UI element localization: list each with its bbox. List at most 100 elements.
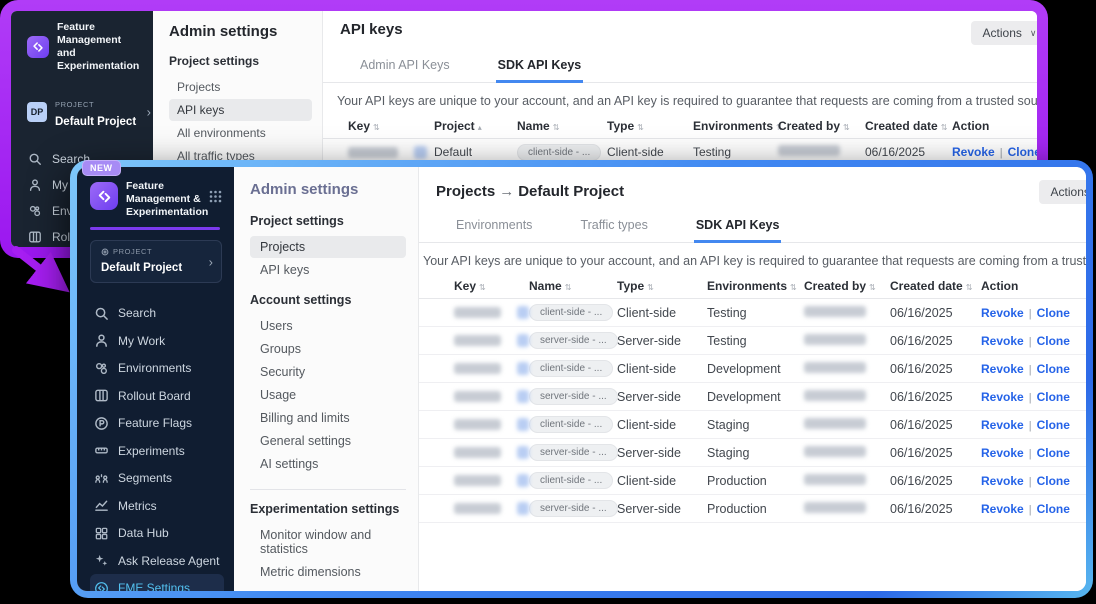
admin-item-monitor-window[interactable]: Monitor window and statistics	[250, 524, 406, 560]
revoke-link[interactable]: Revoke	[981, 306, 1024, 320]
copy-icon[interactable]	[517, 334, 529, 347]
redacted-created-by	[804, 502, 866, 513]
redacted-key	[454, 419, 501, 430]
col-name[interactable]: Name⇅	[529, 279, 617, 293]
key-name-pill: client-side - ...	[529, 416, 613, 433]
admin-item-usage[interactable]: Usage	[250, 384, 406, 406]
cell-created-date: 06/16/2025	[890, 390, 981, 404]
admin-item-metric-dimensions[interactable]: Metric dimensions	[250, 561, 406, 583]
data-hub-icon	[93, 525, 109, 541]
revoke-link[interactable]: Revoke	[981, 334, 1024, 348]
app-title: Feature Management and Experimentation	[57, 21, 153, 74]
sidebar-item-data-hub[interactable]: Data Hub	[90, 519, 234, 547]
col-name[interactable]: Name⇅	[517, 119, 607, 133]
revoke-link[interactable]: Revoke	[981, 418, 1024, 432]
sidebar-item-metrics[interactable]: Metrics	[90, 492, 234, 520]
clone-link[interactable]: Clone	[1037, 306, 1070, 320]
old-app-logo: Feature Management and Experimentation	[27, 21, 153, 74]
revoke-link[interactable]: Revoke	[981, 390, 1024, 404]
sidebar-item-experiments[interactable]: Experiments	[90, 437, 234, 465]
sidebar-item-ask-release-agent[interactable]: Ask Release Agent	[90, 547, 234, 575]
sidebar-item-environments[interactable]: Environments	[90, 354, 234, 382]
tab-sdk-api-keys[interactable]: SDK API Keys	[496, 52, 584, 83]
sidebar-item-fme-settings[interactable]: FME Settings	[90, 574, 224, 591]
col-environments[interactable]: Environments⇅	[693, 119, 778, 133]
sort-asc-icon: ▴	[478, 123, 482, 132]
clone-link[interactable]: Clone	[1037, 446, 1070, 460]
clone-link[interactable]: Clone	[1037, 474, 1070, 488]
admin-item-users[interactable]: Users	[250, 315, 406, 337]
key-name-pill: server-side - ...	[529, 332, 618, 349]
breadcrumb-arrow-icon: →	[499, 183, 514, 200]
admin-item-general-settings[interactable]: General settings	[250, 430, 406, 452]
copy-icon[interactable]	[517, 502, 529, 515]
tab-environments[interactable]: Environments	[454, 212, 534, 242]
cell-type: Client-side	[617, 418, 707, 432]
old-tab-bar: Admin API Keys SDK API Keys	[323, 52, 1037, 83]
sidebar-item-rollout-board[interactable]: Rollout Board	[90, 382, 234, 410]
cell-environment: Development	[707, 362, 804, 376]
clone-link[interactable]: Clone	[1037, 502, 1070, 516]
clone-link[interactable]: Clone	[1037, 334, 1070, 348]
col-key[interactable]: Key⇅	[348, 119, 434, 133]
sidebar-item-search[interactable]: Search	[90, 299, 234, 327]
copy-icon[interactable]	[517, 418, 529, 431]
admin-item-security[interactable]: Security	[250, 361, 406, 383]
admin-item-groups[interactable]: Groups	[250, 338, 406, 360]
project-selector[interactable]: PROJECT Default Project ›	[90, 240, 222, 283]
breadcrumb-projects[interactable]: Projects	[436, 183, 495, 200]
sidebar-item-label: Rollout Board	[118, 389, 191, 403]
sidebar-item-my-work[interactable]: My Work	[90, 327, 234, 355]
clone-link[interactable]: Clone	[1037, 390, 1070, 404]
admin-item-projects[interactable]: Projects	[169, 76, 312, 98]
revoke-link[interactable]: Revoke	[952, 145, 995, 159]
project-selector[interactable]: DP PROJECT Default Project ›	[27, 94, 153, 130]
clone-link[interactable]: Clone	[1037, 362, 1070, 376]
admin-item-ai-settings[interactable]: AI settings	[250, 453, 406, 475]
tab-admin-api-keys[interactable]: Admin API Keys	[358, 52, 452, 82]
key-name-pill: client-side - ...	[517, 144, 601, 161]
col-created-date[interactable]: Created date⇅	[865, 119, 952, 133]
admin-item-api-keys[interactable]: API keys	[169, 99, 312, 121]
copy-icon[interactable]	[414, 146, 427, 159]
sidebar-item-feature-flags[interactable]: Feature Flags	[90, 409, 234, 437]
admin-item-all-environments[interactable]: All environments	[169, 122, 312, 144]
tab-sdk-api-keys[interactable]: SDK API Keys	[694, 212, 782, 243]
actions-button[interactable]: Actions ∨	[1039, 180, 1086, 204]
app-launcher-icon[interactable]	[209, 190, 222, 208]
copy-icon[interactable]	[517, 306, 529, 319]
revoke-link[interactable]: Revoke	[981, 502, 1024, 516]
tab-traffic-types[interactable]: Traffic types	[578, 212, 649, 242]
admin-item-billing-and-limits[interactable]: Billing and limits	[250, 407, 406, 429]
action-separator: |	[1029, 336, 1032, 348]
copy-icon[interactable]	[517, 390, 529, 403]
clone-link[interactable]: Clone	[1037, 418, 1070, 432]
project-label: PROJECT	[55, 100, 94, 109]
cell-type: Server-side	[617, 334, 707, 348]
page-breadcrumb-title: Projects→Default Project	[419, 183, 1086, 200]
copy-icon[interactable]	[517, 446, 529, 459]
sort-icon: ⇅	[479, 283, 486, 292]
revoke-link[interactable]: Revoke	[981, 362, 1024, 376]
col-created-by[interactable]: Created by⇅	[778, 119, 865, 133]
col-project[interactable]: Project▴	[434, 119, 517, 133]
redacted-created-by	[804, 306, 866, 317]
col-environments[interactable]: Environments⇅	[707, 279, 804, 293]
copy-icon[interactable]	[517, 362, 529, 375]
col-created-by[interactable]: Created by⇅	[804, 279, 890, 293]
admin-item-projects[interactable]: Projects	[250, 236, 406, 258]
col-key[interactable]: Key⇅	[454, 279, 529, 293]
sidebar-item-segments[interactable]: Segments	[90, 464, 234, 492]
flag-icon	[93, 415, 109, 431]
col-type[interactable]: Type⇅	[607, 119, 693, 133]
copy-icon[interactable]	[517, 474, 529, 487]
table-row: server-side - ... Server-side Production…	[419, 495, 1086, 523]
admin-item-api-keys[interactable]: API keys	[250, 259, 406, 281]
revoke-link[interactable]: Revoke	[981, 474, 1024, 488]
cell-environment: Production	[707, 474, 804, 488]
revoke-link[interactable]: Revoke	[981, 446, 1024, 460]
col-created-date[interactable]: Created date⇅	[890, 279, 981, 293]
col-type[interactable]: Type⇅	[617, 279, 707, 293]
actions-button[interactable]: Actions ∨	[971, 21, 1037, 45]
clone-link[interactable]: Clone	[1008, 145, 1037, 159]
